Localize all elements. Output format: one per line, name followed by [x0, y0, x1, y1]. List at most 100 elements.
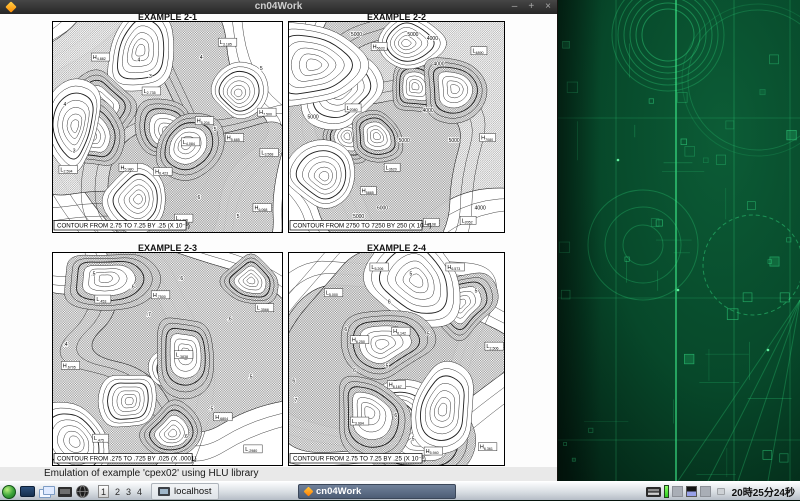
- contour-plot-example-2-1: 443435565H4.882L3.185L2.735H7.500H5.204L…: [52, 21, 283, 233]
- contour-level-label: .5: [209, 406, 213, 412]
- contour-level-label: 4: [137, 57, 140, 63]
- contour-level-label: .7: [147, 312, 151, 318]
- contour-field: 443435565H4.882L3.185L2.735H7.500H5.204L…: [52, 21, 283, 233]
- contour-level-label: 6000: [377, 206, 388, 212]
- extremum-label-L: L5.206: [370, 263, 389, 271]
- extremum-label-L: L.453: [95, 295, 111, 303]
- extremum-label-H: H7.500: [258, 108, 277, 116]
- desktop-wallpaper: [558, 0, 800, 481]
- extremum-label-H: H5.204: [195, 117, 214, 125]
- svg-text:CONTOUR FROM 2.75 TO 7.25 BY .: CONTOUR FROM 2.75 TO 7.25 BY .25 (X 10⁻³…: [293, 456, 426, 463]
- contour-level-label: 6: [292, 379, 295, 385]
- contour-level-label: 5: [386, 364, 389, 370]
- extremum-label-L: L.475: [93, 434, 109, 442]
- contour-level-label: 6: [394, 413, 397, 419]
- extremum-label-L: L3.568: [260, 148, 279, 156]
- contour-info-box: CONTOUR FROM 2750 TO 7250 BY 250 (X 10⁻⁶…: [290, 221, 431, 231]
- desktop: cn04Work – + × EXAMPLE 2-1 EXAMPLE 2-2 E…: [0, 0, 800, 500]
- contour-level-label: 5000: [308, 115, 319, 121]
- extremum-label-L: L3.994: [350, 417, 369, 425]
- taskbar-clock[interactable]: 20時25分24秒: [732, 484, 795, 499]
- contour-level-label: 3: [73, 148, 76, 154]
- maximize-button[interactable]: +: [528, 0, 534, 14]
- taskbar: 1 2 3 4 localhost cn04Work: [0, 481, 800, 500]
- extremum-label-L: L4890: [471, 47, 487, 55]
- globe-icon[interactable]: [76, 485, 89, 498]
- contour-level-label: 4000: [423, 108, 434, 114]
- contour-level-label: 3: [149, 74, 152, 80]
- extremum-label-H: H4.882: [91, 53, 110, 61]
- contour-level-label: 5: [412, 436, 415, 442]
- monitor-icon: [158, 487, 170, 496]
- extremum-label-H: H6.573: [446, 263, 465, 271]
- contour-level-label: 5: [475, 289, 478, 295]
- contour-level-label: .6: [131, 284, 135, 290]
- extremum-label-L: L3620: [384, 163, 400, 171]
- extremum-label-H: H6.423: [154, 168, 173, 176]
- contour-level-label: 6: [198, 195, 201, 201]
- contour-info-box: CONTOUR FROM .275 TO .725 BY .025 (X .00…: [54, 454, 197, 464]
- contour-field: 56656567655L5.206H6.573L5.000H6.250H6.14…: [288, 252, 505, 466]
- extremum-label-L: L4.084: [181, 138, 200, 146]
- extremum-label-H: H5.980: [119, 163, 138, 171]
- extremum-label-H: H6.142: [392, 327, 411, 335]
- workspace-pager: 1 2 3 4: [98, 485, 142, 498]
- close-button[interactable]: ×: [545, 0, 551, 14]
- taskbar-tray: 20時25分24秒: [646, 482, 798, 501]
- extremum-label-H: H6.250: [350, 336, 369, 344]
- contour-level-label: 4000: [475, 206, 486, 212]
- contour-info-box: CONTOUR FROM 2.75 TO 7.25 BY .25 (X 10⁻³…: [54, 221, 190, 231]
- workspace-1[interactable]: 1: [98, 485, 109, 498]
- terminal-icon[interactable]: [20, 486, 35, 497]
- svg-text:CONTOUR FROM 2.75 TO 7.25 BY .: CONTOUR FROM 2.75 TO 7.25 BY .25 (X 10⁻³…: [57, 223, 190, 230]
- workspace-3[interactable]: 3: [126, 487, 131, 497]
- minimize-button[interactable]: –: [512, 0, 518, 14]
- extremum-label-H: H5.685: [225, 134, 244, 142]
- tray-square-icon[interactable]: [672, 486, 683, 497]
- contour-level-label: .5: [91, 272, 95, 278]
- tray-square-icon[interactable]: [700, 486, 711, 497]
- contour-level-label: 5000: [351, 32, 362, 38]
- task-button-cn04work[interactable]: cn04Work: [298, 484, 456, 499]
- task-label: cn04Work: [316, 486, 361, 497]
- workspace-4[interactable]: 4: [137, 487, 142, 497]
- display-icon[interactable]: [58, 487, 72, 497]
- windows-stack-icon[interactable]: [39, 486, 54, 497]
- contour-level-label: 4: [64, 102, 67, 108]
- contour-level-label: 4: [200, 55, 203, 61]
- extremum-label-H: H5885: [360, 187, 376, 195]
- extremum-label-H: H.6804: [214, 413, 233, 421]
- extremum-label-H: H6.361: [478, 443, 497, 451]
- contour-info-box: CONTOUR FROM 2.75 TO 7.25 BY .25 (X 10⁻³…: [290, 454, 426, 464]
- diamond-icon: [304, 487, 314, 497]
- tray-split-square-icon[interactable]: [686, 486, 697, 497]
- contour-plot-example-2-2: 5000500040004000500040005000500060005000…: [288, 21, 505, 233]
- extremum-label-H: H.6705: [61, 361, 79, 369]
- contour-level-label: 5: [410, 272, 413, 278]
- contour-field: .5.6.7.6.4.5.5.6.6L.453H.7500L.3566L.383…: [52, 252, 283, 466]
- contour-field: 5000500040004000500040005000500060005000…: [288, 21, 505, 233]
- window-controls: – + ×: [512, 0, 551, 14]
- svg-text:CONTOUR FROM 2750 TO 7250 BY 2: CONTOUR FROM 2750 TO 7250 BY 250 (X 10⁻⁶…: [293, 223, 431, 230]
- contour-level-label: .6: [179, 276, 183, 282]
- cpu-meter-icon[interactable]: [664, 485, 669, 498]
- task-button-localhost[interactable]: localhost: [151, 483, 219, 500]
- contour-level-label: 4000: [427, 36, 438, 42]
- contour-level-label: 7: [295, 398, 298, 404]
- contour-level-label: 5: [427, 331, 430, 337]
- workspace-2[interactable]: 2: [115, 487, 120, 497]
- extremum-label-L: L2.506: [485, 342, 504, 350]
- keyboard-icon[interactable]: [646, 487, 661, 497]
- contour-level-label: 5: [214, 127, 217, 133]
- contour-level-label: 6: [388, 299, 391, 305]
- extremum-label-H: H6.068: [253, 204, 272, 212]
- extremum-label-H: H5.940: [424, 447, 443, 455]
- contour-level-label: .6: [184, 434, 188, 440]
- window-titlebar[interactable]: cn04Work – + ×: [0, 0, 557, 14]
- suse-geeko-menu-icon[interactable]: [2, 485, 16, 499]
- app-window: cn04Work – + × EXAMPLE 2-1 EXAMPLE 2-2 E…: [0, 0, 558, 481]
- extremum-label-L: L2052: [460, 216, 476, 224]
- extremum-label-H: H5633: [371, 42, 387, 50]
- svg-text:CONTOUR FROM .275 TO .725 BY .: CONTOUR FROM .275 TO .725 BY .025 (X .00…: [57, 456, 197, 463]
- notification-icon[interactable]: [717, 488, 725, 495]
